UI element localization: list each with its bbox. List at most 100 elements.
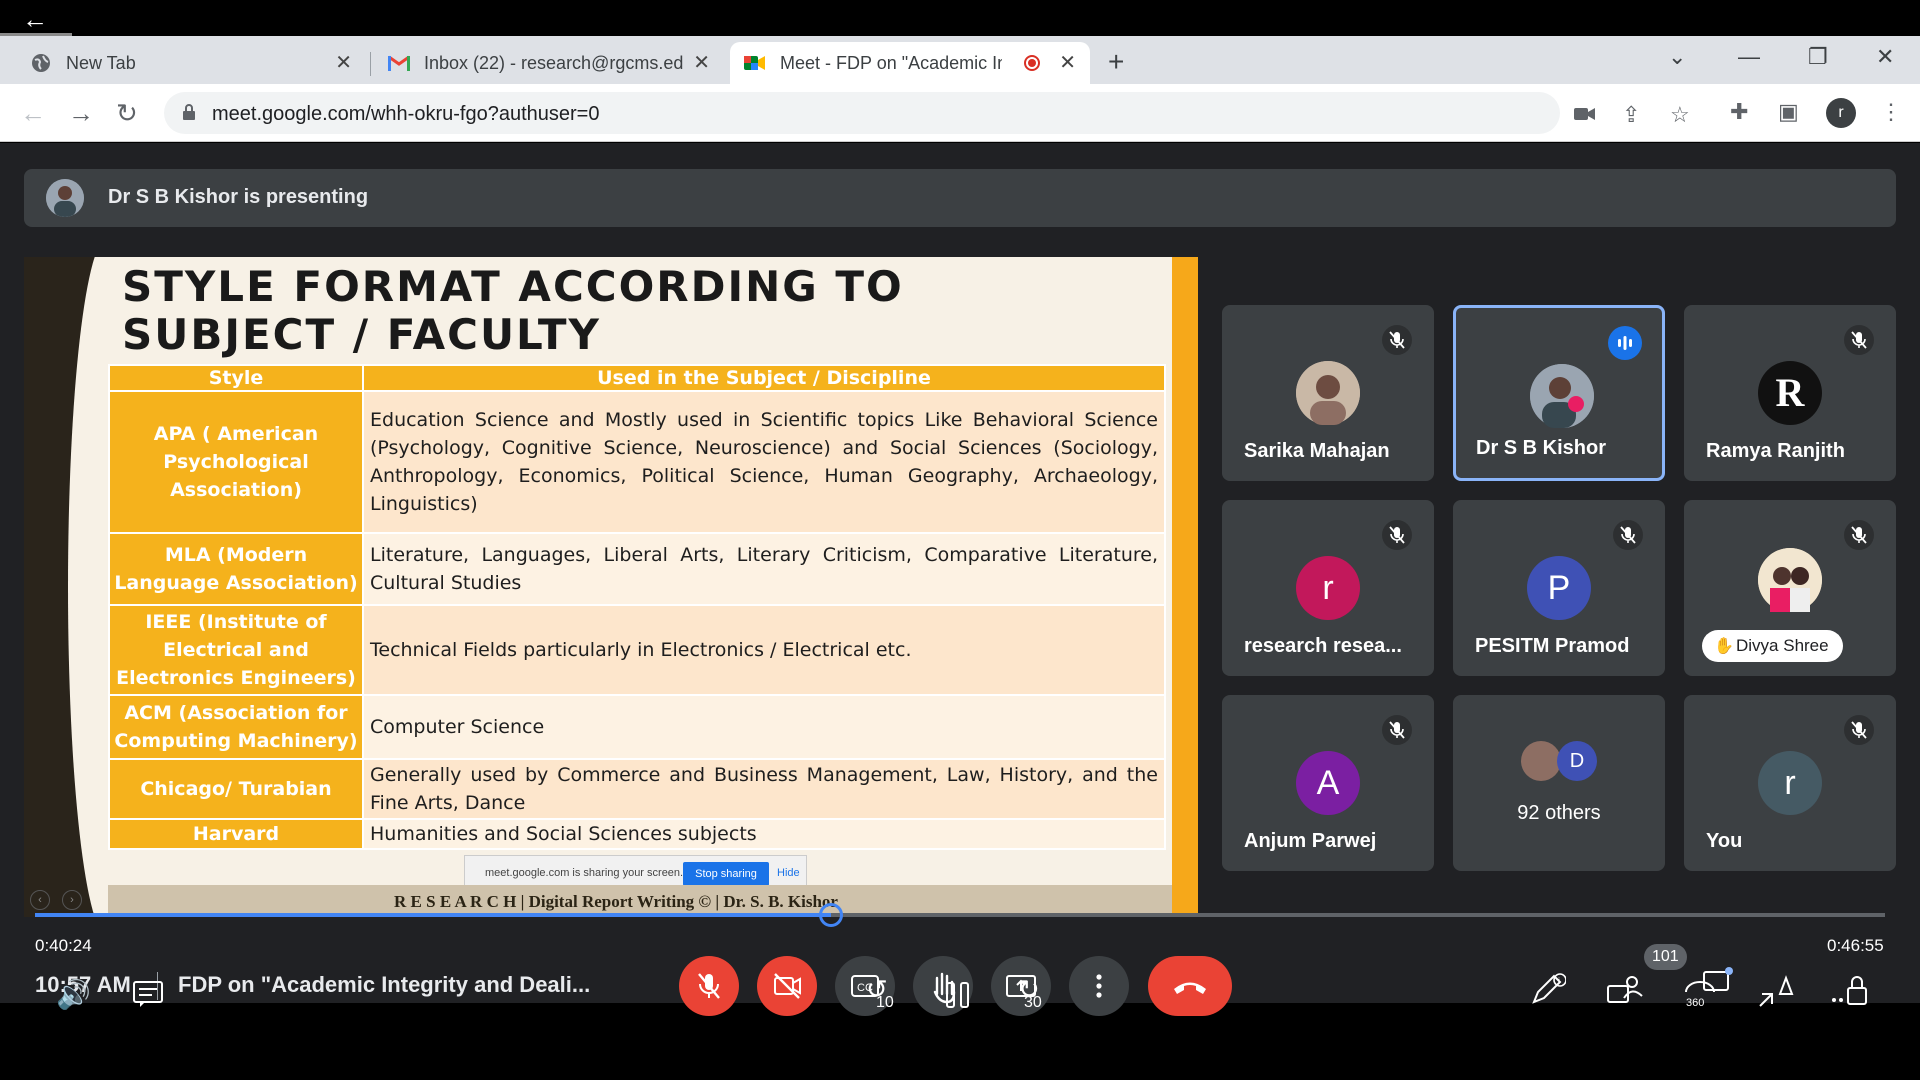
chat-icon[interactable] xyxy=(1696,966,1736,1009)
camera-in-use-icon[interactable] xyxy=(1574,102,1596,128)
bookmark-star-icon[interactable]: ☆ xyxy=(1670,102,1690,128)
presenting-text: Dr S B Kishor is presenting xyxy=(108,186,369,208)
participant-tile[interactable]: Dr S B Kishor xyxy=(1453,305,1665,481)
stop-sharing-button[interactable]: Stop sharing xyxy=(683,862,769,886)
presenting-banner: Dr S B Kishor is presenting xyxy=(24,169,1896,227)
new-tab-plus-icon[interactable]: + xyxy=(1108,46,1124,78)
volume-icon[interactable]: 🔊 xyxy=(56,978,91,1011)
slide-title: STYLE FORMAT ACCORDING TO SUBJECT / FACU… xyxy=(122,263,904,359)
tab-search-chevron-icon[interactable]: ⌄ xyxy=(1668,44,1686,70)
used-cell: Computer Science xyxy=(362,694,1166,760)
share-notice-text: meet.google.com is sharing your screen. xyxy=(485,867,684,879)
slide-decor-right-band xyxy=(1172,257,1198,917)
camera-toggle-button[interactable] xyxy=(757,956,817,1016)
exit-fullscreen-icon[interactable] xyxy=(1756,974,1796,1017)
table-row: ACM (Association for Computing Machinery… xyxy=(108,694,1166,760)
slide-title-line: SUBJECT / FACULTY xyxy=(122,310,601,359)
mic-off-icon xyxy=(1844,715,1874,745)
participant-tile[interactable]: ✋ Divya Shree xyxy=(1684,500,1896,676)
others-count-label: 92 others xyxy=(1517,802,1601,824)
people-icon[interactable] xyxy=(1606,974,1646,1013)
participant-tile[interactable]: Sarika Mahajan xyxy=(1222,305,1434,481)
participant-tile[interactable]: R Ramya Ranjith xyxy=(1684,305,1896,481)
minimize-icon[interactable]: — xyxy=(1738,44,1760,70)
browser-forward-icon[interactable]: → xyxy=(68,98,94,129)
hide-button[interactable]: Hide xyxy=(777,867,800,879)
player-bottom-bar xyxy=(0,1044,1920,1080)
more-options-button[interactable] xyxy=(1069,956,1129,1016)
style-cell: MLA (Modern Language Association) xyxy=(108,532,364,606)
back-arrow-icon[interactable]: ← xyxy=(22,6,48,32)
address-bar[interactable]: meet.google.com/whh-okru-fgo?authuser=0 … xyxy=(164,92,1690,134)
pause-icon[interactable] xyxy=(944,980,972,1017)
restore-icon[interactable]: ❐ xyxy=(1808,44,1828,70)
current-time: 0:40:24 xyxy=(35,936,92,955)
participant-initial-avatar: A xyxy=(1296,751,1360,815)
share-icon[interactable]: ⇪ xyxy=(1622,102,1640,128)
tab-inbox[interactable]: Inbox (22) - research@rgcms.edu ✕ xyxy=(374,42,724,84)
seek-bar[interactable] xyxy=(35,913,1885,917)
camera-off-icon xyxy=(774,973,801,999)
tab-new-tab[interactable]: New Tab ✕ xyxy=(16,42,366,84)
mic-off-icon xyxy=(1382,325,1412,355)
participant-name: Dr S B Kishor xyxy=(1476,437,1607,459)
meet-icon xyxy=(744,52,766,74)
mic-toggle-button[interactable] xyxy=(679,956,739,1016)
mic-off-icon xyxy=(1382,520,1412,550)
participant-name: Anjum Parwej xyxy=(1244,830,1377,852)
browser-menu-icon[interactable]: ⋮ xyxy=(1880,99,1902,125)
close-window-icon[interactable]: ✕ xyxy=(1876,44,1894,70)
tab-meet[interactable]: Meet - FDP on "Academic In ✕ xyxy=(730,42,1090,84)
subtitles-icon[interactable] xyxy=(132,980,164,1015)
participant-tile[interactable]: A Anjum Parwej xyxy=(1222,695,1434,871)
gmail-icon xyxy=(388,52,410,74)
r-logo-avatar: R xyxy=(1758,361,1822,425)
player-top-bar: ← xyxy=(0,0,1920,37)
profile-avatar[interactable]: r xyxy=(1826,98,1856,128)
participant-avatar xyxy=(1296,361,1360,425)
end-call-button[interactable] xyxy=(1148,956,1232,1016)
presentation-slide: STYLE FORMAT ACCORDING TO SUBJECT / FACU… xyxy=(24,257,1198,917)
lock-icon[interactable] xyxy=(182,104,196,120)
others-tile[interactable]: D 92 others xyxy=(1453,695,1665,871)
speaking-indicator-icon xyxy=(1608,326,1642,360)
participant-initial-avatar: P xyxy=(1527,556,1591,620)
mic-off-icon xyxy=(1382,715,1412,745)
participant-tile[interactable]: r research resea... xyxy=(1222,500,1434,676)
browser-toolbar: ← → ↻ meet.google.com/whh-okru-fgo?authu… xyxy=(0,84,1920,142)
participants-count-badge: 101 xyxy=(1644,944,1687,970)
tab-title: Inbox (22) - research@rgcms.edu xyxy=(424,52,684,73)
slide-title-line: STYLE FORMAT ACCORDING TO xyxy=(122,262,904,311)
tab-title: Meet - FDP on "Academic In xyxy=(780,52,1002,73)
extensions-puzzle-icon[interactable]: ✚ xyxy=(1730,99,1748,125)
column-header-style: Style xyxy=(108,364,364,392)
browser-back-icon[interactable]: ← xyxy=(20,98,46,129)
lock-settings-icon[interactable] xyxy=(1830,972,1870,1015)
more-vert-icon xyxy=(1096,974,1102,998)
mic-off-icon xyxy=(698,973,720,999)
slide-next-icon[interactable]: › xyxy=(62,890,82,910)
style-cell: Harvard xyxy=(108,818,364,850)
used-cell: Humanities and Social Sciences subjects xyxy=(362,818,1166,850)
side-panel-icon[interactable]: ▣ xyxy=(1778,99,1799,125)
others-avatar-initial: D xyxy=(1557,741,1597,781)
participant-name: Ramya Ranjith xyxy=(1706,440,1845,462)
seek-bar-progress xyxy=(35,913,832,917)
rewind-seconds-label: 10 xyxy=(876,994,894,1011)
slide-prev-icon[interactable]: ‹ xyxy=(30,890,50,910)
participant-tile-self[interactable]: r You xyxy=(1684,695,1896,871)
reload-icon[interactable]: ↻ xyxy=(116,98,138,129)
participant-name: Sarika Mahajan xyxy=(1244,440,1390,462)
used-cell: Literature, Languages, Liberal Arts, Lit… xyxy=(362,532,1166,606)
slide-footer: R E S E A R C H | Digital Report Writing… xyxy=(394,892,838,911)
close-tab-icon[interactable]: ✕ xyxy=(693,50,710,75)
total-time: 0:46:55 xyxy=(1827,936,1884,955)
forward-seconds-label: 30 xyxy=(1024,994,1042,1011)
used-cell: Generally used by Commerce and Business … xyxy=(362,758,1166,820)
close-tab-icon[interactable]: ✕ xyxy=(1059,50,1076,75)
raised-hand-icon: ✋ xyxy=(1714,638,1734,655)
participant-name: Divya Shree xyxy=(1736,636,1829,655)
participant-tile[interactable]: P PESITM Pramod xyxy=(1453,500,1665,676)
edit-pencil-icon[interactable]: i xyxy=(1530,970,1567,1013)
close-tab-icon[interactable]: ✕ xyxy=(335,50,352,75)
